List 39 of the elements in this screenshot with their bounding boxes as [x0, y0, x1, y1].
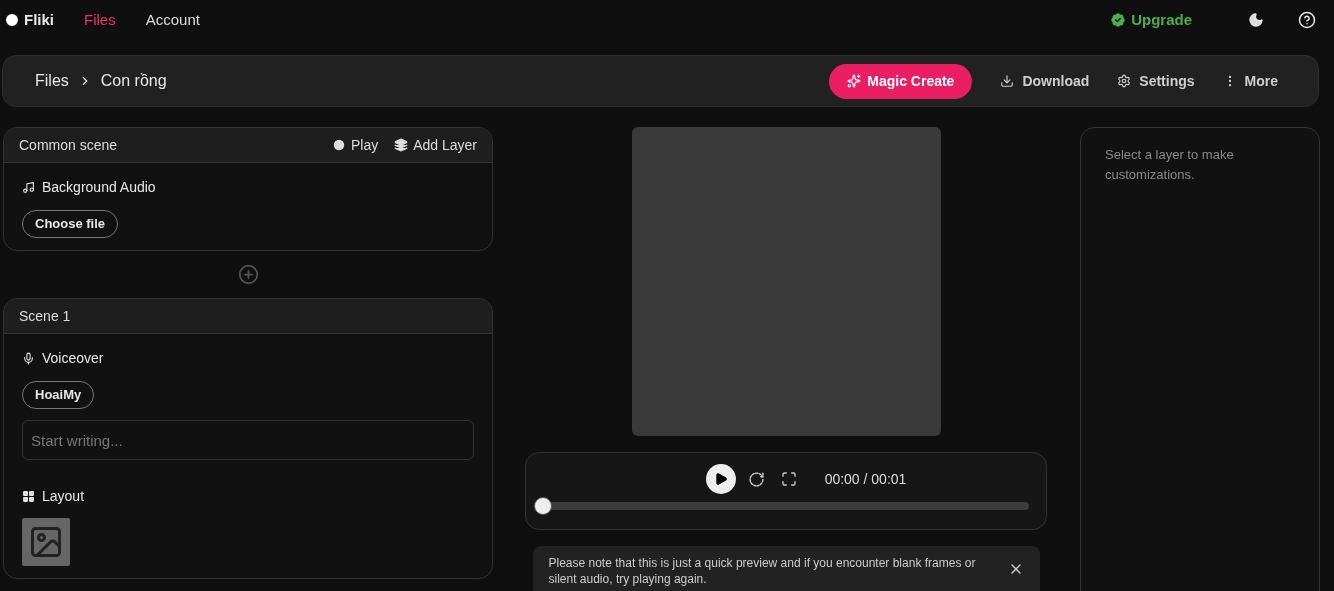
section-label: Layout [42, 487, 85, 506]
layers-icon [394, 138, 409, 152]
fullscreen-icon[interactable] [780, 471, 797, 487]
progress-thumb[interactable] [534, 497, 552, 515]
layout-thumbnail[interactable] [22, 518, 70, 566]
sparkles-icon [847, 74, 862, 88]
play-button[interactable]: Play [331, 134, 379, 156]
music-note-icon [22, 181, 35, 194]
breadcrumb-current: Con rồng [100, 71, 167, 91]
logo-icon [4, 12, 20, 28]
magic-create-button[interactable]: Magic Create [829, 63, 973, 99]
add-scene-icon[interactable] [237, 264, 259, 285]
card-title: Scene 1 [19, 306, 71, 326]
verified-icon [1109, 11, 1128, 29]
card-title: Common scene [19, 135, 119, 155]
toolbar-button[interactable]: More [1222, 70, 1278, 92]
section-label: Voiceover [42, 349, 104, 368]
microphone-icon [22, 352, 35, 365]
settings-icon [1117, 74, 1132, 88]
toolbar-button[interactable]: Download [1000, 70, 1090, 92]
image-icon [28, 524, 64, 560]
replay-icon[interactable] [747, 470, 765, 488]
notice-text: Please note that this is just a quick preview and if you encounter blank frames or silent audio, try playing again. [548, 555, 977, 587]
time-display: 00:00 / 00:01 [824, 469, 907, 489]
moon-icon[interactable] [1248, 12, 1264, 28]
nav-link[interactable]: Files [84, 8, 116, 32]
play-button[interactable] [705, 464, 736, 494]
layout-icon [22, 490, 35, 503]
section-label: Background Audio [42, 178, 156, 197]
download-icon [1000, 74, 1015, 88]
toolbar-button[interactable]: Settings [1117, 70, 1195, 92]
brand-name: Fliki [24, 9, 54, 30]
breadcrumb-link[interactable]: Files [35, 69, 69, 93]
script-input-field[interactable]: Start writing... [22, 420, 474, 460]
add-layer-button[interactable]: Add Layer [394, 134, 477, 156]
nav-link[interactable]: Account [145, 8, 200, 32]
inspector-hint: Select a layer to make customizations. [1105, 146, 1235, 184]
help-icon[interactable] [1298, 11, 1316, 29]
upgrade-link[interactable]: Upgrade [1109, 8, 1192, 32]
